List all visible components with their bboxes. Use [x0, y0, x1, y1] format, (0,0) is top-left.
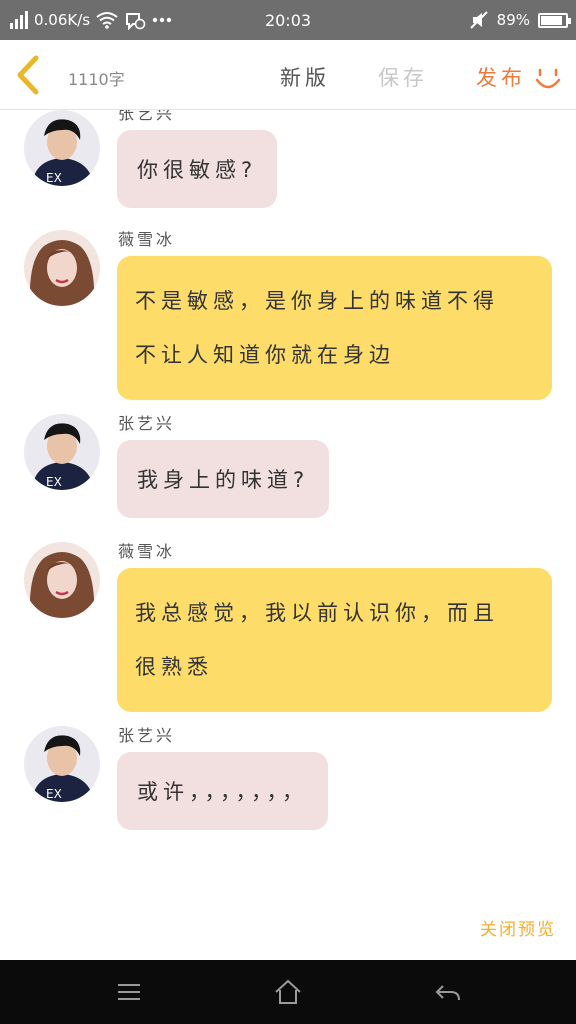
mute-icon [469, 11, 488, 29]
battery-icon [538, 12, 571, 28]
close-preview-button[interactable]: 关闭预览 [480, 915, 556, 940]
sender-name: 张艺兴 [118, 110, 176, 123]
message-bubble: 或许，，，，，，， [117, 752, 328, 830]
sender-name: 薇雪冰 [118, 542, 176, 561]
system-nav-bar [0, 960, 576, 1024]
avatar-zhang: EX [24, 726, 100, 802]
message-line: 很熟悉 [135, 655, 213, 679]
svg-text:EX: EX [46, 475, 62, 489]
message-bubble: 我总感觉，我以前认识你，而且 很熟悉 [117, 568, 552, 712]
publish-button[interactable]: 发布 [476, 62, 526, 92]
editor-toolbar: 1110字 新版 保存 发布 [0, 40, 576, 110]
message-line: 不让人知道你就在身边 [135, 343, 395, 367]
back-arrow-icon[interactable] [433, 978, 463, 1006]
status-bar: 0.06K/s 20:03 89% [0, 0, 576, 40]
new-version-button[interactable]: 新版 [280, 62, 330, 92]
avatar-wei [24, 542, 100, 618]
avatar-wei [24, 230, 100, 306]
chat-preview: 张艺兴 EX 你很敏感? 薇雪冰 不是敏感，是你身上的味道不得 不让人知道你就在… [0, 110, 576, 960]
svg-text:EX: EX [46, 171, 62, 185]
smile-icon[interactable] [534, 66, 562, 92]
message-bubble: 我身上的味道? [117, 440, 330, 518]
home-icon[interactable] [273, 978, 303, 1006]
status-right: 89% [469, 0, 571, 40]
message-line: 我总感觉，我以前认识你，而且 [135, 601, 499, 625]
menu-icon[interactable] [114, 978, 144, 1006]
avatar-zhang: EX [24, 414, 100, 490]
sender-name: 张艺兴 [118, 414, 176, 433]
message-bubble: 不是敏感，是你身上的味道不得 不让人知道你就在身边 [117, 256, 552, 400]
sender-name: 薇雪冰 [118, 230, 176, 249]
message-bubble: 你很敏感? [117, 130, 278, 208]
battery-percent: 89% [496, 11, 530, 29]
save-button[interactable]: 保存 [378, 62, 428, 92]
back-chevron-icon[interactable] [12, 54, 48, 96]
battery-fill [541, 15, 562, 25]
sender-name: 张艺兴 [118, 726, 176, 745]
svg-text:EX: EX [46, 787, 62, 801]
message-line: 不是敏感，是你身上的味道不得 [135, 289, 499, 313]
avatar-zhang: EX [24, 110, 100, 186]
word-count: 1110字 [68, 70, 125, 89]
